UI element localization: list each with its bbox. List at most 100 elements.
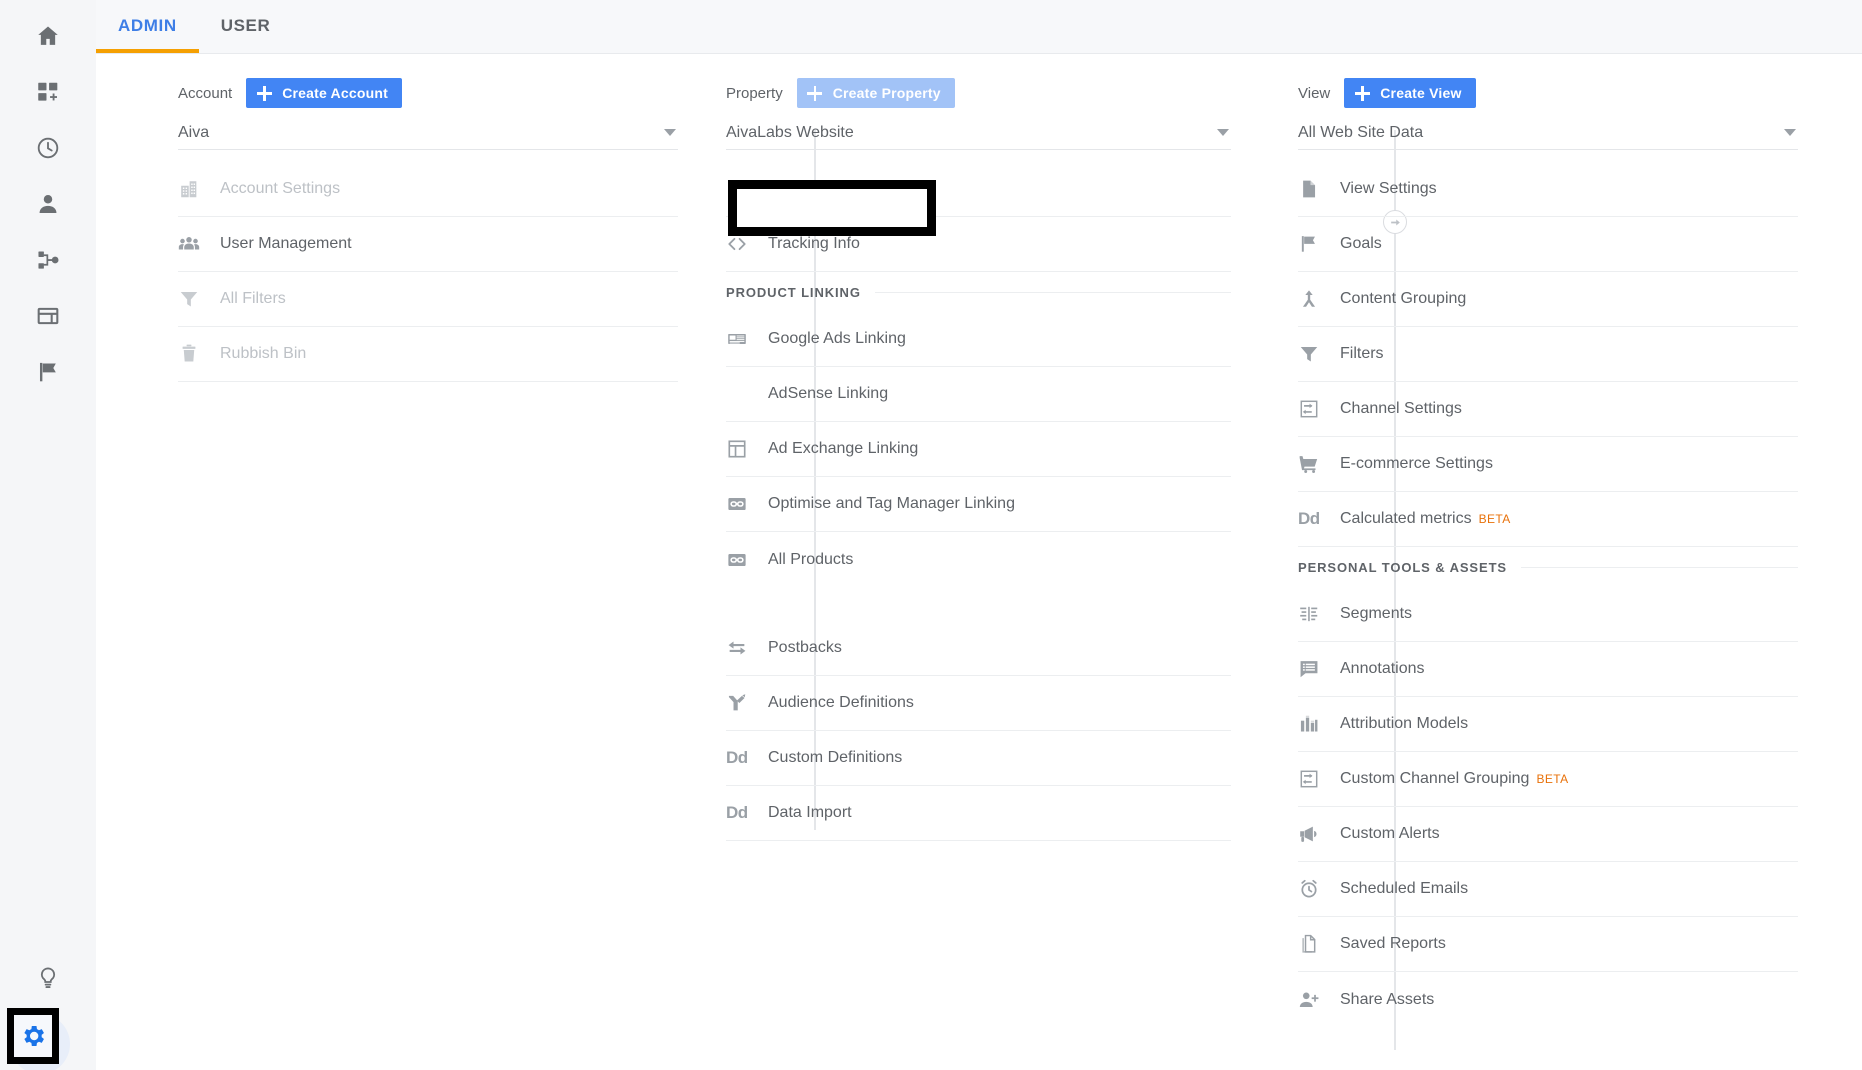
segments-icon [1298,603,1340,625]
gear-icon [19,1022,47,1050]
create-account-label: Create Account [282,85,388,101]
view-item-saved-reports[interactable]: Saved Reports [1298,917,1798,972]
rail-bottom-icons [0,950,96,1066]
rail-top-icons [0,0,96,400]
admin-gear-button[interactable] [0,1006,96,1066]
view-item-custom-alerts[interactable]: Custom Alerts [1298,807,1798,862]
property-item-ad-exchange-linking[interactable]: Ad Exchange Linking [726,422,1231,477]
view-item-content-grouping[interactable]: Content Grouping [1298,272,1798,327]
customisation-icon[interactable] [0,64,96,120]
section-divider [875,292,1231,293]
property-item-label: Tracking Info [768,235,860,253]
tab-admin[interactable]: ADMIN [96,0,199,53]
view-item-view-settings[interactable]: View Settings [1298,162,1798,217]
tab-admin-label: ADMIN [118,16,177,36]
account-item-all-filters[interactable]: All Filters [178,272,678,327]
layout-icon [726,438,768,460]
audience-person-icon[interactable] [0,176,96,232]
discover-bulb-icon[interactable] [0,950,96,1006]
link-chain-icon [726,493,768,515]
view-item-label: Channel Settings [1340,400,1462,418]
view-item-label: Segments [1340,605,1412,623]
property-item-property-settings[interactable]: Property Settings [726,162,1231,217]
property-item-label: Custom Definitions [768,749,902,767]
content-group-icon [1298,288,1340,310]
view-item-goals[interactable]: Goals [1298,217,1798,272]
section-personal-tools-label: PERSONAL TOOLS & ASSETS [1298,560,1507,575]
trash-icon [178,343,220,365]
property-item-label: Postbacks [768,639,842,657]
view-selector[interactable]: All Web Site Data [1298,116,1798,150]
home-icon[interactable] [0,8,96,64]
property-item-audience-definitions[interactable]: Audience Definitions [726,676,1231,731]
account-selector[interactable]: Aiva [178,116,678,150]
view-item-filters[interactable]: Filters [1298,327,1798,382]
property-item-optimise-tag-manager-linking[interactable]: Optimise and Tag Manager Linking [726,477,1231,532]
property-item-label: AdSense Linking [768,385,888,403]
view-item-channel-settings[interactable]: Channel Settings [1298,382,1798,437]
postback-arrows-icon [726,637,768,659]
chevron-down-icon [1217,129,1229,136]
plus-icon [1352,83,1372,103]
link-chain-icon [726,549,768,571]
left-nav-rail [0,0,96,1070]
view-item-ecommerce-settings[interactable]: E-commerce Settings [1298,437,1798,492]
funnel-icon [1298,343,1340,365]
property-column-header: Property Create Property [726,76,1280,110]
main-content: ADMIN USER [96,0,1862,1070]
plus-icon [254,83,274,103]
section-personal-tools: PERSONAL TOOLS & ASSETS [1298,547,1798,587]
channel-icon [1298,768,1340,790]
account-item-label: Account Settings [220,180,340,198]
conversions-flag-icon[interactable] [0,344,96,400]
behaviour-layout-icon[interactable] [0,288,96,344]
account-item-label: All Filters [220,290,286,308]
megaphone-icon [1298,823,1340,845]
cart-icon [1298,453,1340,475]
alarm-clock-icon [1298,878,1340,900]
property-item-all-products[interactable]: All Products [726,532,1231,587]
view-item-label: Custom Channel Grouping [1340,770,1529,788]
property-item-tracking-info[interactable]: Tracking Info [726,217,1231,272]
account-item-user-management[interactable]: User Management [178,217,678,272]
create-property-button[interactable]: Create Property [797,78,955,108]
create-view-button[interactable]: Create View [1344,78,1475,108]
funnel-icon [178,288,220,310]
property-item-postbacks[interactable]: Postbacks [726,621,1231,676]
create-account-button[interactable]: Create Account [246,78,402,108]
view-item-annotations[interactable]: Annotations [1298,642,1798,697]
dd-icon: Dd [1298,509,1340,529]
tab-user[interactable]: USER [199,0,293,53]
acquisition-share-icon[interactable] [0,232,96,288]
section-divider [1521,567,1798,568]
view-item-label: Annotations [1340,660,1425,678]
flag-icon [1298,233,1340,255]
property-item-label: All Products [768,551,853,569]
pages-icon [1298,933,1340,955]
property-item-data-import[interactable]: Dd Data Import [726,786,1231,841]
dd-icon: Dd [726,803,768,823]
property-item-adsense-linking[interactable]: AdSense Linking [726,367,1231,422]
create-view-label: Create View [1380,85,1461,101]
account-item-rubbish-bin[interactable]: Rubbish Bin [178,327,678,382]
view-item-segments[interactable]: Segments [1298,587,1798,642]
property-item-custom-definitions[interactable]: Dd Custom Definitions [726,731,1231,786]
people-icon [178,233,220,255]
view-item-scheduled-emails[interactable]: Scheduled Emails [1298,862,1798,917]
property-selector[interactable]: AivaLabs Website [726,116,1231,150]
account-item-account-settings[interactable]: Account Settings [178,162,678,217]
view-item-label: Scheduled Emails [1340,880,1468,898]
view-item-custom-channel-grouping[interactable]: Custom Channel Grouping BETA [1298,752,1798,807]
view-item-attribution-models[interactable]: Attribution Models [1298,697,1798,752]
menu-gap [726,587,1280,621]
tab-user-label: USER [221,16,271,36]
view-item-label: Filters [1340,345,1384,363]
realtime-clock-icon[interactable] [0,120,96,176]
view-item-share-assets[interactable]: Share Assets [1298,972,1798,1027]
account-column-header: Account Create Account [178,76,688,110]
property-item-google-ads-linking[interactable]: Google Ads Linking [726,312,1231,367]
audience-branch-icon [726,692,768,714]
view-item-calculated-metrics[interactable]: Dd Calculated metrics BETA [1298,492,1798,547]
account-menu: Account Settings User Management [178,162,688,382]
property-menu: Property Settings Tracking Info PRODUCT … [726,162,1280,841]
